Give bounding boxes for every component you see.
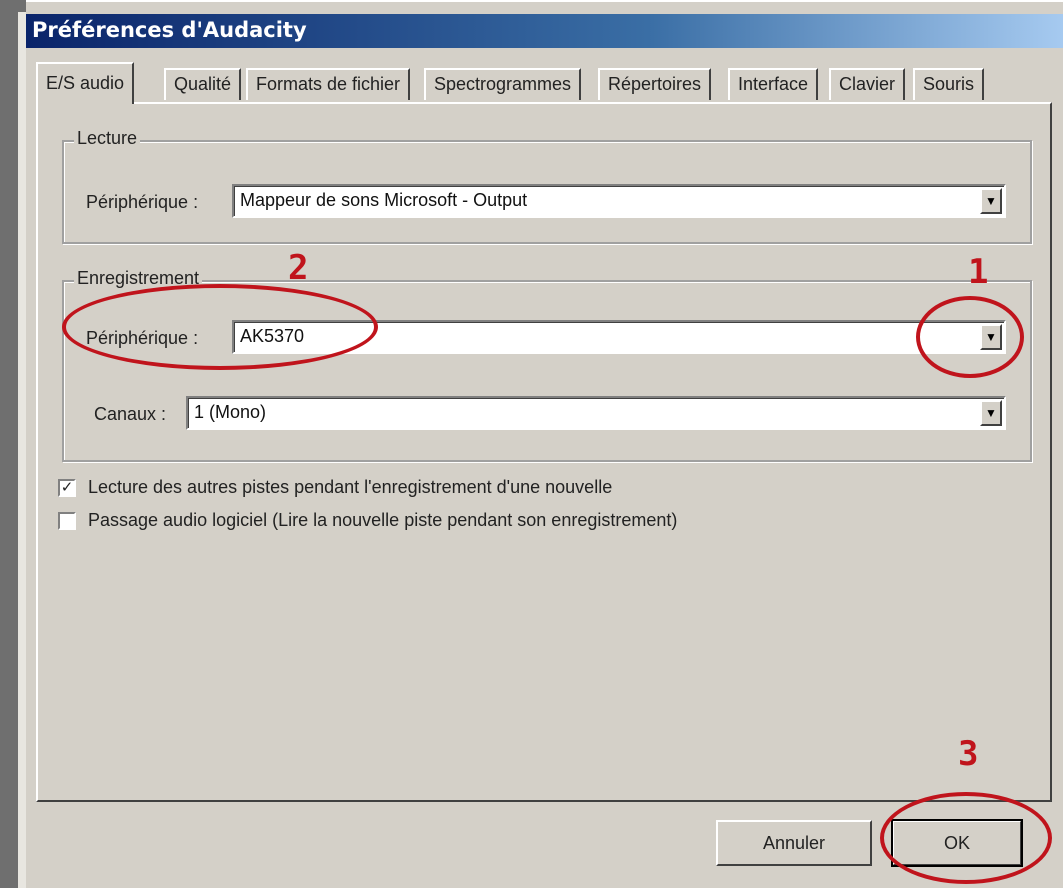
channels-label: Canaux : (94, 404, 167, 424)
tab-mouse[interactable]: Souris (913, 68, 985, 100)
option-play-other-tracks-label: Lecture des autres pistes pendant l'enre… (88, 477, 613, 497)
cancel-button[interactable]: Annuler (716, 820, 872, 866)
tab-audio-io[interactable]: E/S audio (36, 62, 135, 104)
recording-device-select[interactable]: AK5370 ▼ (232, 320, 1006, 354)
option-play-other-tracks[interactable]: ✓ Lecture des autres pistes pendant l'enr… (58, 477, 612, 498)
title-bar[interactable]: Préférences d'Audacity (26, 14, 1063, 48)
recording-device-value: AK5370 (240, 326, 305, 346)
recording-group-label: Enregistrement (74, 268, 203, 289)
annotation-number-3: 3 (958, 734, 979, 774)
recording-device-label: Périphérique : (86, 328, 199, 348)
chevron-down-icon[interactable]: ▼ (980, 324, 1002, 350)
tab-interface[interactable]: Interface (728, 68, 819, 100)
channels-select[interactable]: 1 (Mono) ▼ (186, 396, 1006, 430)
channels-value: 1 (Mono) (194, 402, 267, 422)
background-left-edge (18, 12, 26, 888)
tab-quality[interactable]: Qualité (164, 68, 242, 100)
tab-file-formats[interactable]: Formats de fichier (246, 68, 411, 100)
playback-device-value: Mappeur de sons Microsoft - Output (240, 190, 528, 210)
tab-keyboard[interactable]: Clavier (829, 68, 906, 100)
preferences-dialog: Préférences d'Audacity E/S audio Qualité… (26, 0, 1063, 888)
playback-group: Lecture Périphérique : Mappeur de sons M… (62, 128, 1032, 244)
tab-directories[interactable]: Répertoires (598, 68, 712, 100)
playback-device-select[interactable]: Mappeur de sons Microsoft - Output ▼ (232, 184, 1006, 218)
tab-spectrograms[interactable]: Spectrogrammes (424, 68, 582, 100)
playback-device-label: Périphérique : (86, 192, 199, 212)
option-software-playthrough-label: Passage audio logiciel (Lire la nouvelle… (88, 510, 678, 530)
checkmark-icon[interactable]: ✓ (58, 479, 76, 498)
ok-button[interactable]: OK (891, 819, 1023, 867)
playback-group-label: Lecture (74, 128, 141, 149)
chevron-down-icon[interactable]: ▼ (980, 400, 1002, 426)
annotation-number-1: 1 (968, 252, 989, 292)
recording-group: Enregistrement Périphérique : AK5370 ▼ C… (62, 268, 1032, 462)
tab-panel: Lecture Périphérique : Mappeur de sons M… (36, 102, 1052, 802)
chevron-down-icon[interactable]: ▼ (980, 188, 1002, 214)
window-title: Préférences d'Audacity (32, 18, 307, 42)
checkbox-empty[interactable] (58, 512, 76, 531)
option-software-playthrough[interactable]: Passage audio logiciel (Lire la nouvelle… (58, 510, 677, 531)
annotation-number-2: 2 (288, 248, 309, 288)
